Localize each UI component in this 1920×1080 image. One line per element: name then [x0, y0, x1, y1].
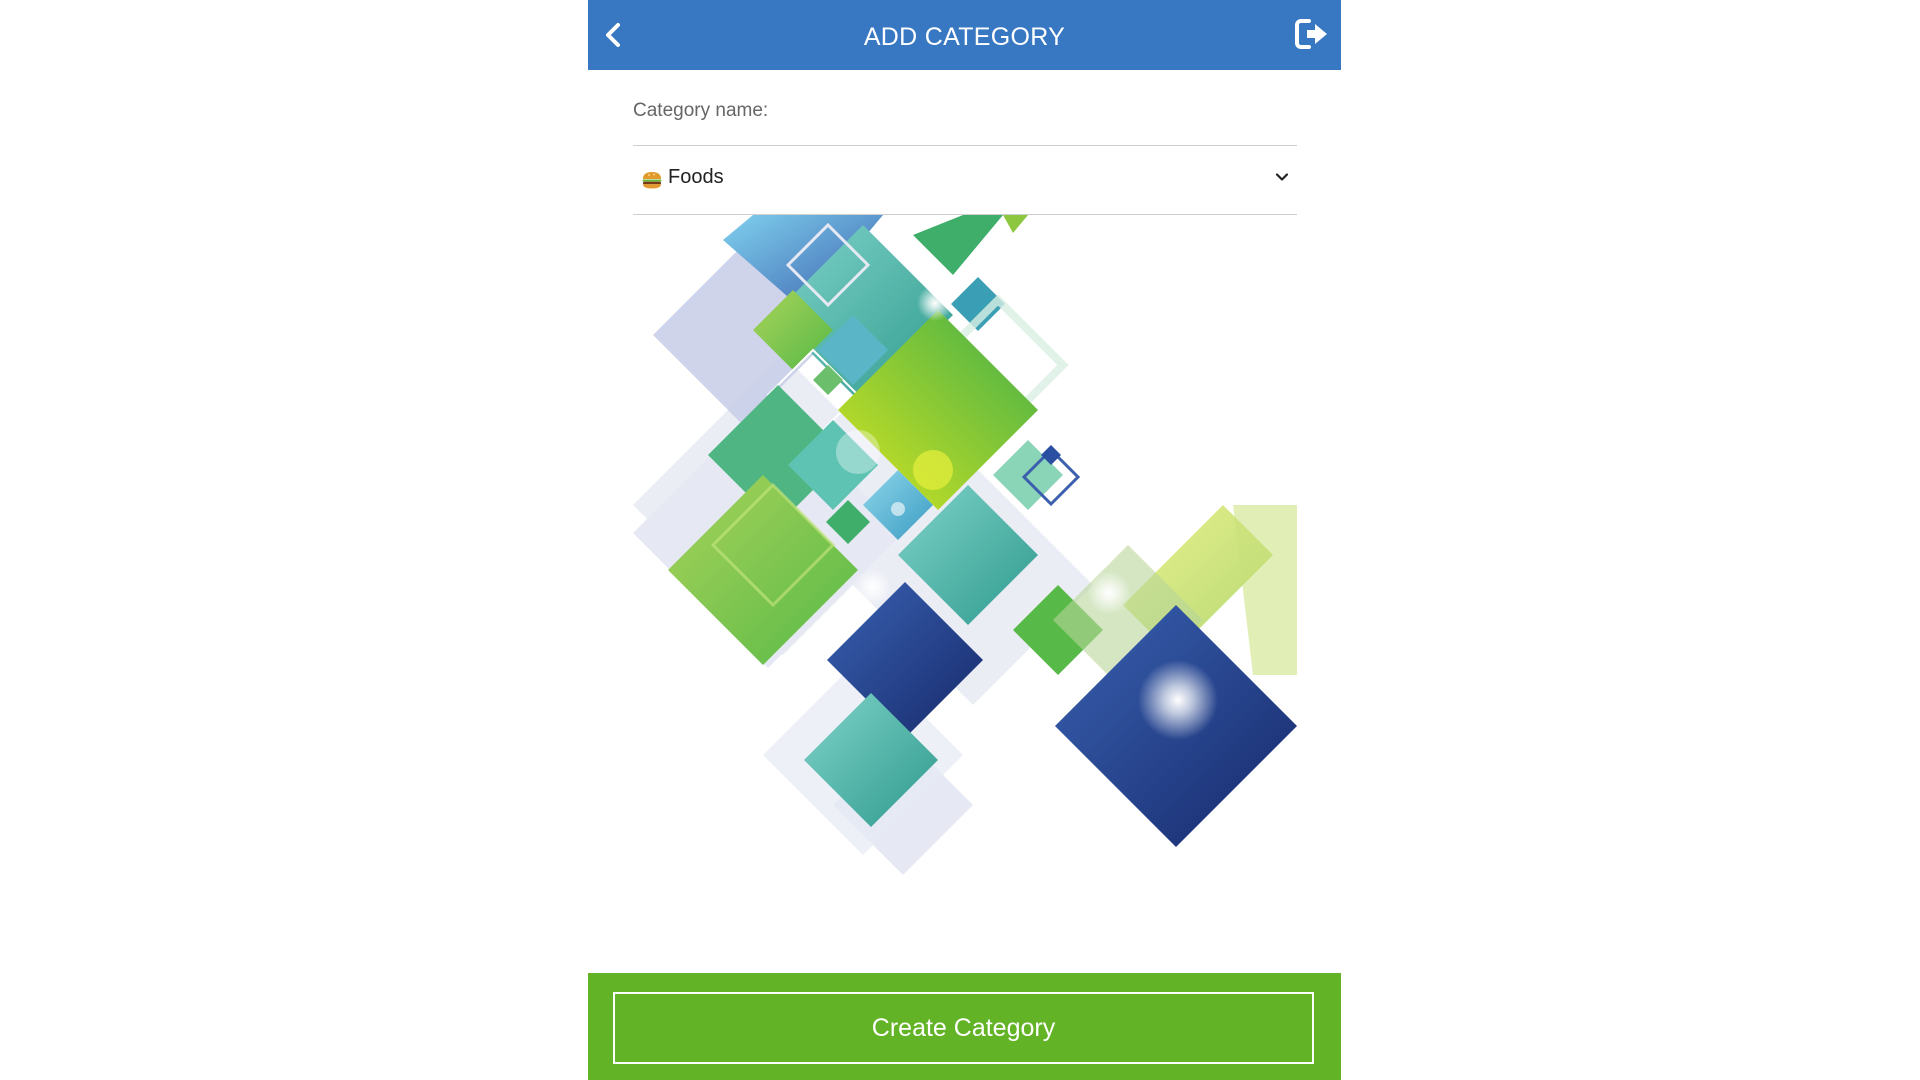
burger-icon: [642, 172, 662, 189]
header-bar: ADD CATEGORY: [588, 0, 1341, 70]
category-name-label: Category name:: [633, 100, 769, 121]
sign-out-icon: [1295, 19, 1327, 49]
logout-button[interactable]: [1293, 16, 1333, 52]
page-title: ADD CATEGORY: [863, 23, 1066, 51]
chevron-down-icon: [1275, 173, 1289, 181]
category-select-value: Foods: [668, 166, 724, 188]
geometric-diamonds-illustration: [633, 215, 1297, 945]
footer-bar: Create Category: [588, 973, 1341, 1080]
app-screen: ADD CATEGORY Category name: Foods Create…: [588, 0, 1341, 1080]
illustration-graphic: [633, 215, 1297, 875]
category-select[interactable]: Foods: [633, 146, 1297, 214]
create-category-button[interactable]: Create Category: [613, 992, 1314, 1064]
